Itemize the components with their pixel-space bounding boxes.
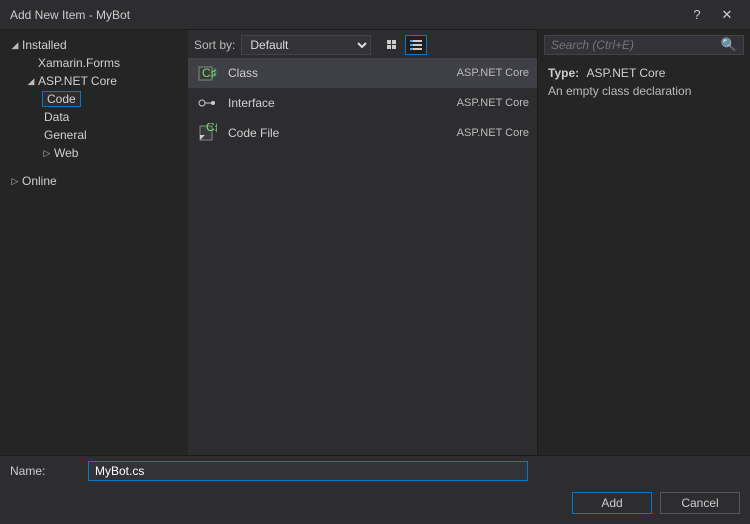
tree-label: Code: [42, 91, 81, 107]
chevron-right-icon: ▷: [42, 148, 52, 159]
svg-text:C♯: C♯: [202, 66, 217, 80]
tree-node-code[interactable]: Code: [4, 90, 188, 108]
chevron-down-icon: ◢: [26, 76, 36, 87]
template-toolbar: Sort by: Default: [188, 30, 537, 58]
tree-node-general[interactable]: General: [4, 126, 188, 144]
details-panel: 🔍 Type: ASP.NET Core An empty class decl…: [538, 30, 750, 455]
template-item-codefile[interactable]: C♯ Code File ASP.NET Core: [188, 118, 537, 148]
template-list: C♯ Class ASP.NET Core Interface ASP.NET …: [188, 58, 537, 455]
close-button[interactable]: ✕: [712, 7, 742, 23]
grid-icon: [386, 39, 398, 51]
type-description: An empty class declaration: [548, 84, 740, 98]
template-panel: Sort by: Default C♯ Class ASP.NET Core: [188, 30, 538, 455]
svg-text:C♯: C♯: [206, 123, 217, 134]
help-button[interactable]: ?: [682, 7, 712, 22]
code-file-icon: C♯: [196, 122, 218, 144]
tree-node-installed[interactable]: ◢ Installed: [4, 36, 188, 54]
sort-dropdown[interactable]: Default: [241, 35, 371, 55]
template-item-interface[interactable]: Interface ASP.NET Core: [188, 88, 537, 118]
template-label: Class: [228, 66, 447, 80]
tree-node-web[interactable]: ▷ Web: [4, 144, 188, 162]
tree-label: Web: [52, 146, 78, 160]
tree-node-data[interactable]: Data: [4, 108, 188, 126]
sort-label: Sort by:: [194, 38, 235, 52]
search-bar: 🔍: [538, 30, 750, 58]
tree-node-xamarin[interactable]: Xamarin.Forms: [4, 54, 188, 72]
tree-label: Installed: [20, 38, 67, 52]
tree-node-online[interactable]: ▷ Online: [4, 172, 188, 190]
interface-icon: [196, 92, 218, 114]
template-label: Interface: [228, 96, 447, 110]
template-tag: ASP.NET Core: [457, 127, 529, 139]
tree-label: Data: [42, 110, 69, 124]
name-label: Name:: [10, 464, 80, 478]
type-value: ASP.NET Core: [582, 66, 665, 80]
tree-label: Xamarin.Forms: [36, 56, 120, 70]
tree-label: ASP.NET Core: [36, 74, 117, 88]
add-button[interactable]: Add: [572, 492, 652, 514]
name-input[interactable]: [88, 461, 528, 481]
title-bar: Add New Item - MyBot ? ✕: [0, 0, 750, 30]
category-tree: ◢ Installed Xamarin.Forms ◢ ASP.NET Core…: [0, 30, 188, 455]
tree-label: General: [42, 128, 87, 142]
view-list-button[interactable]: [405, 35, 427, 55]
template-tag: ASP.NET Core: [457, 97, 529, 109]
search-box[interactable]: 🔍: [544, 35, 744, 55]
chevron-right-icon: ▷: [10, 176, 20, 187]
window-title: Add New Item - MyBot: [8, 8, 682, 22]
tree-node-aspnetcore[interactable]: ◢ ASP.NET Core: [4, 72, 188, 90]
template-tag: ASP.NET Core: [457, 67, 529, 79]
cancel-button[interactable]: Cancel: [660, 492, 740, 514]
view-grid-button[interactable]: [381, 35, 403, 55]
search-icon: 🔍: [717, 37, 737, 53]
bottom-panel: Name: Add Cancel: [0, 455, 750, 524]
class-icon: C♯: [196, 62, 218, 84]
template-label: Code File: [228, 126, 447, 140]
search-input[interactable]: [551, 38, 717, 52]
list-icon: [410, 40, 422, 50]
chevron-down-icon: ◢: [10, 40, 20, 51]
template-item-class[interactable]: C♯ Class ASP.NET Core: [188, 58, 537, 88]
type-label: Type:: [548, 66, 579, 80]
tree-label: Online: [20, 174, 57, 188]
main-area: ◢ Installed Xamarin.Forms ◢ ASP.NET Core…: [0, 30, 750, 455]
